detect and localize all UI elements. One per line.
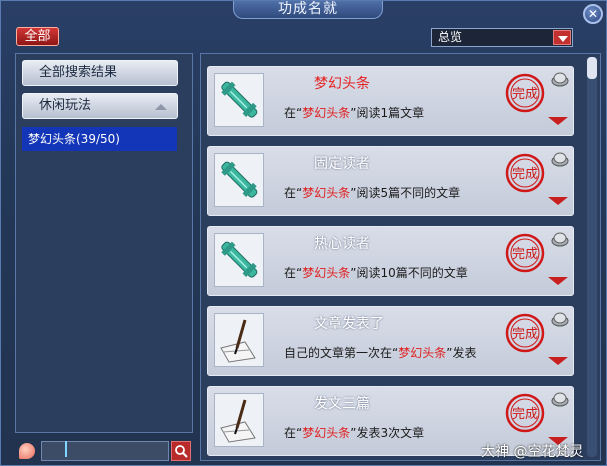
desc-prefix: 在“	[284, 426, 303, 440]
desc-suffix: ”阅读1篇文章	[350, 106, 425, 120]
scroll-icon	[214, 233, 264, 287]
close-button[interactable]: ✕	[583, 4, 603, 24]
filter-dropdown[interactable]: 总览	[431, 28, 573, 47]
completed-stamp-icon: 完成	[505, 313, 545, 353]
completed-stamp-icon: 完成	[505, 153, 545, 193]
sidebar-item-all-results[interactable]: 全部搜索结果	[22, 60, 178, 86]
desc-prefix: 在“	[284, 266, 303, 280]
achievement-name: 固定读者	[314, 156, 370, 172]
search-button[interactable]	[171, 441, 191, 461]
achievement-description: 在“梦幻头条”阅读1篇文章	[284, 104, 424, 121]
desc-prefix: 在“	[284, 186, 303, 200]
expand-arrow-icon[interactable]	[548, 197, 568, 205]
all-button[interactable]: 全部	[16, 27, 59, 46]
sidebar-item-label: 休闲玩法	[39, 98, 92, 113]
category-sidebar: 全部搜索结果 休闲玩法 梦幻头条(39/50)	[15, 53, 193, 433]
scrollbar-track[interactable]	[587, 57, 597, 457]
achievement-card[interactable]: 热心读者 在“梦幻头条”阅读10篇不同的文章 完成	[207, 226, 574, 296]
achievement-card[interactable]: 固定读者 在“梦幻头条”阅读5篇不同的文章 完成	[207, 146, 574, 216]
achievement-name: 文章发表了	[314, 316, 384, 332]
text-cursor	[65, 441, 67, 457]
filter-dropdown-value: 总览	[438, 30, 463, 44]
scroll-icon	[214, 73, 264, 127]
stamp-text: 完成	[512, 167, 538, 182]
achievement-window: 功成名就 ✕ 全部 总览 全部搜索结果 休闲玩法 梦幻头条(39/50) 梦幻头…	[0, 0, 607, 466]
achievement-card[interactable]: 梦幻头条 在“梦幻头条”阅读1篇文章 完成	[207, 66, 574, 136]
window-title: 功成名就	[233, 1, 383, 19]
search-bar	[15, 439, 193, 463]
desc-highlight: 梦幻头条	[398, 346, 447, 360]
achievement-description: 在“梦幻头条”阅读10篇不同的文章	[284, 264, 468, 281]
sidebar-item-leisure[interactable]: 休闲玩法	[22, 93, 178, 119]
desc-highlight: 梦幻头条	[302, 426, 351, 440]
coin-icon	[551, 72, 569, 87]
achievement-description: 在“梦幻头条”阅读5篇不同的文章	[284, 184, 460, 201]
coin-icon	[551, 312, 569, 327]
stamp-text: 完成	[512, 247, 538, 262]
expand-arrow-icon[interactable]	[548, 117, 568, 125]
peach-icon	[19, 443, 35, 459]
quill-paper-icon	[214, 313, 264, 367]
desc-suffix: ”阅读5篇不同的文章	[350, 186, 461, 200]
achievement-description: 自己的文章第一次在“梦幻头条”发表	[284, 344, 476, 361]
desc-suffix: ”发表3次文章	[350, 426, 425, 440]
completed-stamp-icon: 完成	[505, 393, 545, 433]
search-icon	[175, 445, 188, 458]
coin-icon	[551, 152, 569, 167]
expand-arrow-icon[interactable]	[548, 357, 568, 365]
achievement-list: 梦幻头条 在“梦幻头条”阅读1篇文章 完成 固定读者 在“梦幻头条”阅读5篇不同…	[200, 53, 601, 461]
coin-icon	[551, 392, 569, 407]
completed-stamp-icon: 完成	[505, 73, 545, 113]
desc-highlight: 梦幻头条	[302, 266, 351, 280]
sidebar-subitem-selected[interactable]: 梦幻头条(39/50)	[22, 127, 177, 151]
search-input[interactable]	[41, 441, 169, 461]
sidebar-item-label: 全部搜索结果	[39, 65, 118, 80]
chevron-down-icon[interactable]	[553, 30, 571, 45]
stamp-text: 完成	[512, 327, 538, 342]
coin-icon	[551, 232, 569, 247]
achievement-name: 热心读者	[314, 236, 370, 252]
stamp-text: 完成	[512, 87, 538, 102]
desc-highlight: 梦幻头条	[302, 106, 351, 120]
completed-stamp-icon: 完成	[505, 233, 545, 273]
scroll-icon	[214, 153, 264, 207]
desc-highlight: 梦幻头条	[302, 186, 351, 200]
achievement-description: 在“梦幻头条”发表3次文章	[284, 424, 424, 441]
stamp-text: 完成	[512, 407, 538, 422]
watermark: 大神 @空花梵灵	[481, 444, 584, 460]
quill-paper-icon	[214, 393, 264, 447]
desc-prefix: 自己的文章第一次在“	[284, 346, 399, 360]
collapse-icon	[155, 104, 167, 110]
desc-prefix: 在“	[284, 106, 303, 120]
achievement-name: 发文三篇	[314, 396, 370, 412]
scrollbar-thumb[interactable]	[587, 57, 597, 79]
expand-arrow-icon[interactable]	[548, 277, 568, 285]
achievement-card[interactable]: 文章发表了 自己的文章第一次在“梦幻头条”发表 完成	[207, 306, 574, 376]
desc-suffix: ”发表	[446, 346, 477, 360]
desc-suffix: ”阅读10篇不同的文章	[350, 266, 468, 280]
achievement-name: 梦幻头条	[314, 76, 370, 92]
